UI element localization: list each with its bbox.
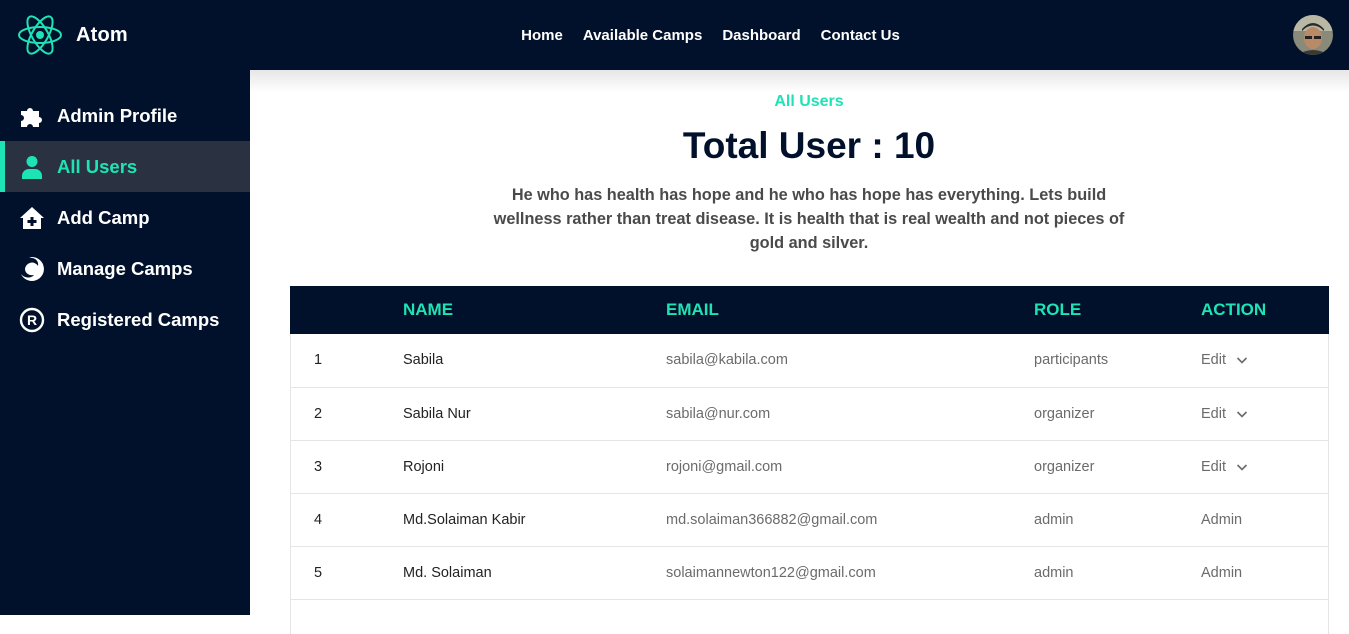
sidebar-item-label: All Users [57, 155, 138, 177]
table-row: 3 Rojoni rojoni@gmail.com organizer Edit [290, 440, 1329, 493]
nav-available-camps[interactable]: Available Camps [583, 27, 703, 44]
row-index: 3 [314, 458, 323, 475]
users-table: NAME EMAIL ROLE ACTION 1 Sabila sabila@k… [290, 286, 1329, 634]
nav-contact-us[interactable]: Contact Us [821, 27, 900, 44]
user-name: Sabila Nur [403, 405, 471, 422]
sidebar-item-all-users[interactable]: All Users [0, 141, 250, 192]
row-index: 5 [314, 564, 323, 581]
edge-swirl-icon [19, 256, 45, 282]
column-header-email: EMAIL [666, 300, 719, 319]
user-email: sabila@nur.com [666, 405, 771, 422]
table-row: 4 Md.Solaiman Kabir md.solaiman366882@gm… [290, 493, 1329, 546]
avatar[interactable] [1293, 15, 1333, 55]
user-role: participants [1034, 352, 1109, 369]
role-edit-dropdown[interactable]: Edit [1201, 406, 1248, 422]
admin-label: Admin [1201, 511, 1243, 528]
column-header-role: ROLE [1034, 300, 1082, 319]
main-content: All Users Total User : 10 He who has hea… [250, 70, 1349, 634]
sidebar-item-label: Admin Profile [57, 104, 178, 126]
registered-icon: R [19, 307, 45, 333]
chevron-down-icon [1236, 357, 1248, 364]
sidebar-item-label: Registered Camps [57, 308, 220, 330]
page-title: Total User : 10 [682, 125, 936, 166]
user-role: admin [1034, 511, 1074, 528]
home-plus-icon [19, 205, 45, 231]
user-name: Md.Solaiman Kabir [403, 511, 526, 528]
puzzle-icon [19, 103, 45, 129]
nav-dashboard[interactable]: Dashboard [722, 27, 800, 44]
user-icon [19, 154, 45, 180]
row-index: 1 [314, 352, 323, 369]
user-role: admin [1034, 564, 1074, 581]
table-row: 2 Sabila Nur sabila@nur.com organizer Ed… [290, 387, 1329, 440]
top-navbar: Atom Home Available Camps Dashboard Cont… [0, 0, 1349, 70]
user-name: Sabila [403, 352, 444, 369]
sidebar: Admin Profile All Users Add Camp Manage … [0, 70, 250, 615]
svg-text:R: R [27, 312, 37, 328]
sidebar-item-add-camp[interactable]: Add Camp [0, 192, 250, 243]
section-tag: All Users [774, 93, 844, 110]
user-email: solaimannewton122@gmail.com [666, 564, 876, 581]
column-header-index [290, 286, 403, 334]
sidebar-item-admin-profile[interactable]: Admin Profile [0, 90, 250, 141]
row-index: 4 [314, 511, 323, 528]
user-email: rojoni@gmail.com [666, 458, 783, 475]
edit-label: Edit [1201, 405, 1226, 422]
header-shadow [250, 70, 1349, 92]
admin-label: Admin [1201, 564, 1243, 581]
column-header-name: NAME [403, 300, 454, 319]
chevron-down-icon [1236, 463, 1248, 471]
table-header-row: NAME EMAIL ROLE ACTION [290, 286, 1329, 334]
user-email: sabila@kabila.com [666, 352, 788, 369]
sidebar-item-registered-camps[interactable]: R Registered Camps [0, 294, 250, 345]
sidebar-item-label: Add Camp [57, 206, 150, 228]
table-row: 1 Sabila sabila@kabila.com participants … [290, 334, 1329, 387]
sidebar-item-manage-camps[interactable]: Manage Camps [0, 243, 250, 294]
user-email: md.solaiman366882@gmail.com [666, 511, 878, 528]
main-nav: Home Available Camps Dashboard Contact U… [0, 0, 1349, 70]
role-edit-dropdown[interactable]: Edit [1201, 459, 1248, 475]
nav-home[interactable]: Home [521, 27, 563, 44]
user-role: organizer [1034, 405, 1095, 422]
table-row: 5 Md. Solaiman solaimannewton122@gmail.c… [290, 546, 1329, 599]
row-index: 2 [314, 405, 323, 422]
user-name: Md. Solaiman [403, 564, 492, 581]
page-description: He who has health has hope and he who ha… [493, 186, 1125, 252]
role-edit-dropdown[interactable]: Edit [1201, 352, 1248, 368]
sidebar-item-label: Manage Camps [57, 257, 193, 279]
column-header-action: ACTION [1201, 300, 1267, 319]
user-name: Rojoni [403, 458, 445, 475]
edit-label: Edit [1201, 458, 1226, 475]
chevron-down-icon [1236, 410, 1248, 418]
user-role: organizer [1034, 458, 1095, 475]
edit-label: Edit [1201, 352, 1226, 369]
